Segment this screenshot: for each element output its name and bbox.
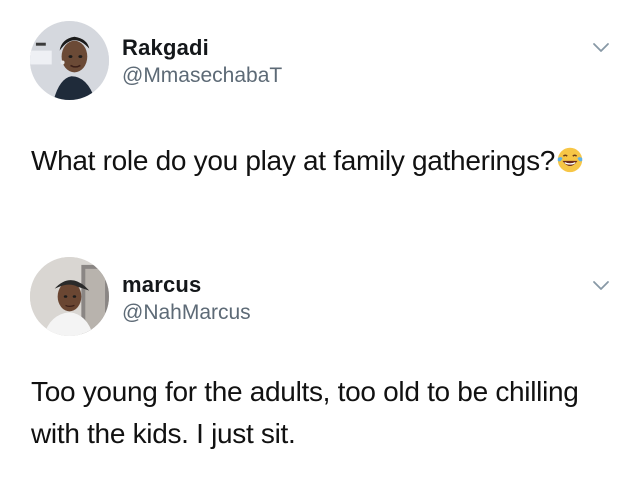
display-name[interactable]: marcus	[122, 272, 201, 298]
display-name[interactable]: Rakgadi	[122, 35, 209, 61]
face-with-tears-of-joy-icon	[557, 147, 583, 173]
tweet: Rakgadi @MmasechabaT What role do you pl…	[0, 0, 640, 240]
tweet-text-content: Too young for the adults, too old to be …	[31, 376, 579, 449]
profile-photo	[30, 21, 109, 100]
avatar[interactable]	[30, 21, 109, 100]
tweet-text-content: What role do you play at family gatherin…	[31, 145, 556, 176]
tweet-text: What role do you play at family gatherin…	[31, 140, 591, 182]
avatar[interactable]	[30, 257, 109, 336]
profile-photo	[30, 257, 109, 336]
chevron-down-icon[interactable]	[592, 42, 610, 54]
user-handle[interactable]: @NahMarcus	[122, 301, 251, 325]
tweet: marcus @NahMarcus Too young for the adul…	[0, 240, 640, 484]
user-handle[interactable]: @MmasechabaT	[122, 64, 282, 88]
tweet-text: Too young for the adults, too old to be …	[31, 371, 591, 455]
chevron-down-icon[interactable]	[592, 280, 610, 292]
